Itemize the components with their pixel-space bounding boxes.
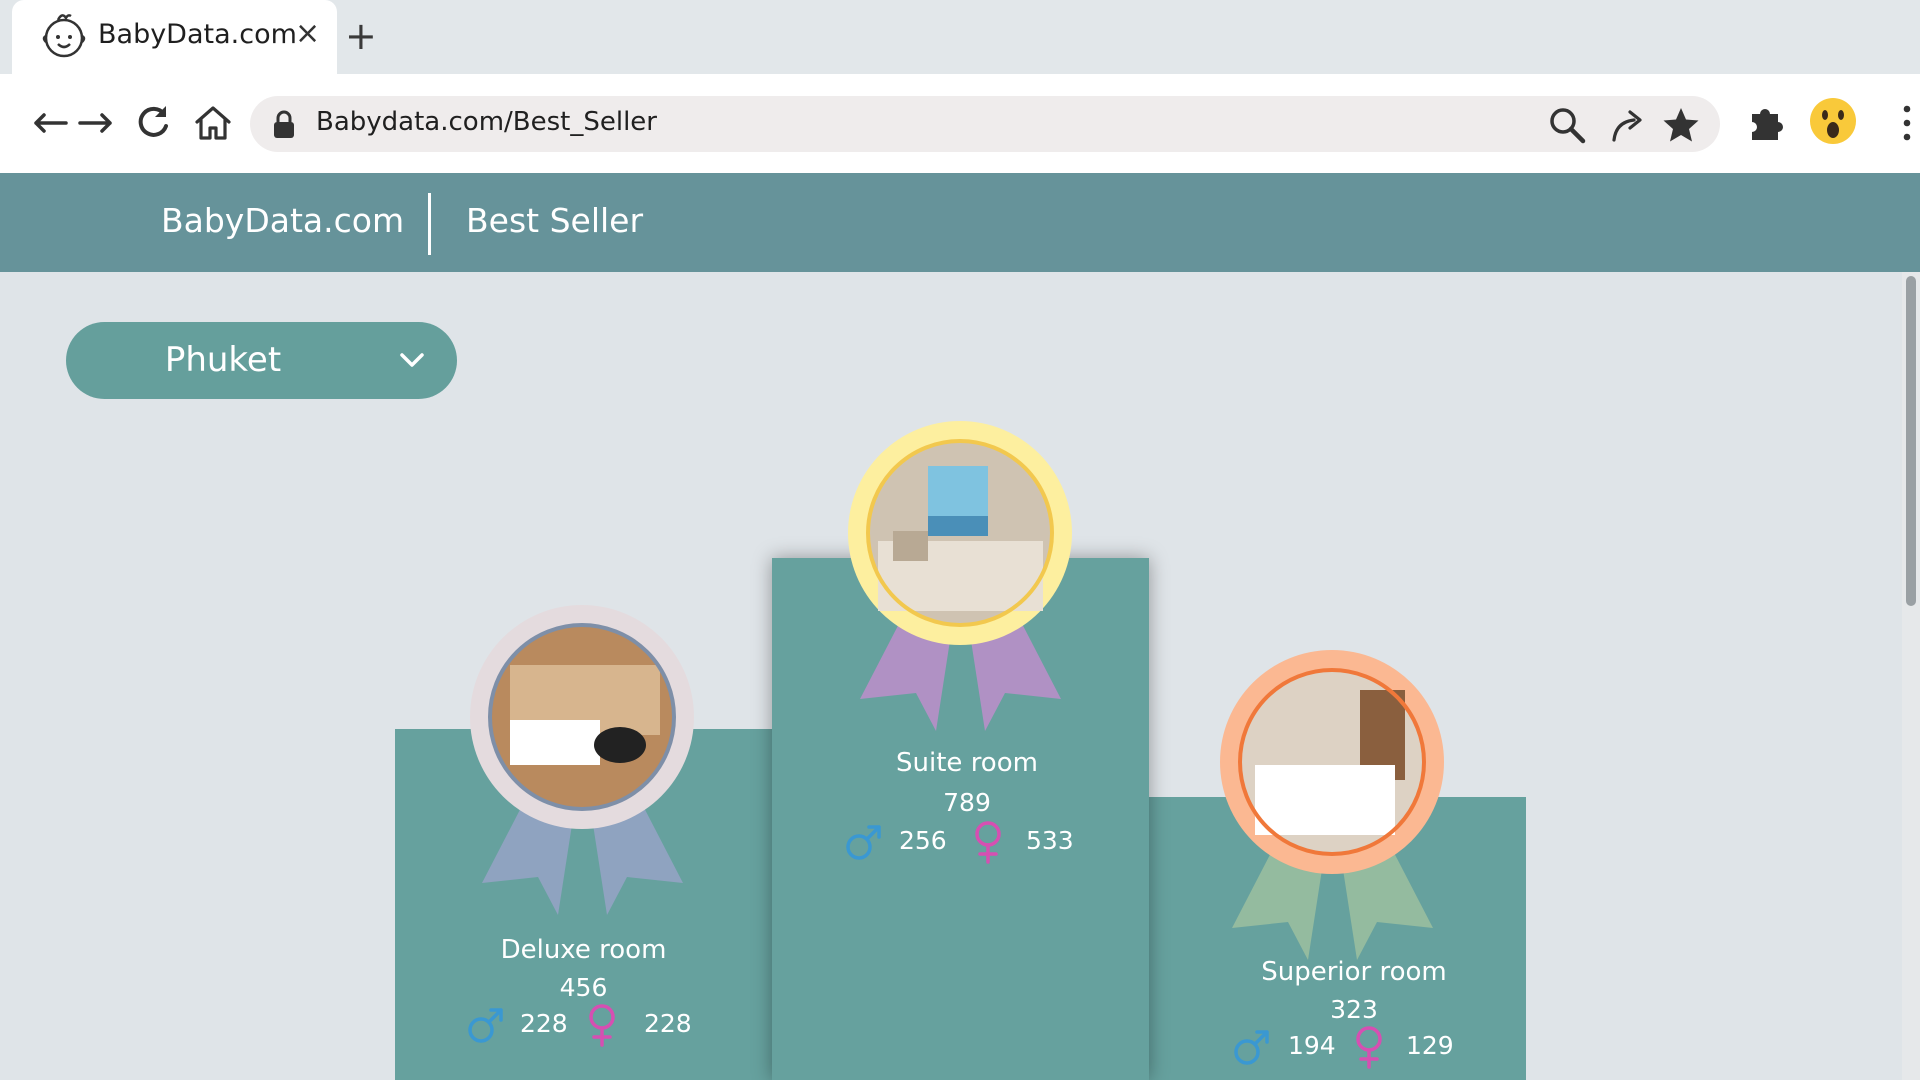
baby-face-icon [42,14,86,58]
superior-room-total: 323 [1330,995,1378,1024]
superior-male-count: 194 [1288,1031,1336,1060]
room-window-sea [928,516,988,536]
more-menu-icon[interactable] [1884,100,1920,146]
page-title: Best Seller [466,201,644,240]
location-dropdown[interactable]: Phuket [66,322,457,399]
bookmark-star-icon[interactable] [1660,104,1702,146]
deluxe-room-name: Deluxe room [500,935,667,965]
superior-room-name: Superior room [1261,957,1447,987]
female-icon [589,1004,615,1047]
tab-close-button[interactable]: × [295,16,320,51]
new-tab-button[interactable]: + [345,14,377,58]
share-icon[interactable] [1606,104,1648,146]
url-text[interactable]: Babydata.com/Best_Seller [316,107,657,137]
header-divider [428,193,431,255]
superior-room-medal[interactable] [1220,650,1445,965]
male-icon [846,825,881,860]
superior-room-gender-row: 194 129 [1232,1025,1472,1069]
room-sofa [893,531,928,561]
deluxe-male-count: 228 [520,1009,568,1038]
room-bed [1255,765,1395,835]
forward-arrow-icon[interactable] [72,100,118,146]
reload-icon[interactable] [130,100,176,146]
superior-female-count: 129 [1406,1031,1454,1060]
lock-icon [274,110,294,138]
deluxe-room-gender-row: 228 228 [466,1003,706,1047]
back-arrow-icon[interactable] [28,100,74,146]
deluxe-room-total: 456 [559,973,608,1002]
suite-female-count: 533 [1026,826,1074,855]
home-icon[interactable] [190,100,236,146]
suite-room-gender-row: 256 533 [844,820,1084,864]
search-icon[interactable] [1546,104,1588,146]
room-armchair [594,727,646,763]
location-selected-value: Phuket [164,340,282,380]
browser-tab-strip: BabyData.com × + [0,0,1920,74]
suite-room-medal[interactable] [848,421,1073,736]
extensions-puzzle-icon[interactable] [1744,100,1790,146]
site-brand-link[interactable]: BabyData.com [161,201,404,240]
male-icon [468,1008,503,1043]
scrollbar-thumb[interactable] [1906,276,1916,606]
suite-room-total: 789 [943,788,991,817]
site-header: BabyData.com Best Seller [0,173,1920,272]
deluxe-room-medal[interactable] [470,605,695,920]
profile-avatar-icon[interactable] [1808,96,1858,146]
female-icon [1356,1026,1382,1069]
chevron-down-icon [400,353,424,367]
room-bed [510,720,600,765]
suite-room-name: Suite room [896,748,1038,778]
suite-male-count: 256 [899,826,947,855]
address-bar[interactable]: Babydata.com/Best_Seller [250,96,1720,152]
browser-toolbar: Babydata.com/Best_Seller [0,74,1920,173]
deluxe-female-count: 228 [644,1009,692,1038]
page-scrollbar[interactable] [1902,272,1920,1080]
male-icon [1234,1030,1269,1065]
female-icon [975,821,1001,864]
browser-tab[interactable]: BabyData.com × [12,0,337,74]
tab-title: BabyData.com [98,19,297,50]
